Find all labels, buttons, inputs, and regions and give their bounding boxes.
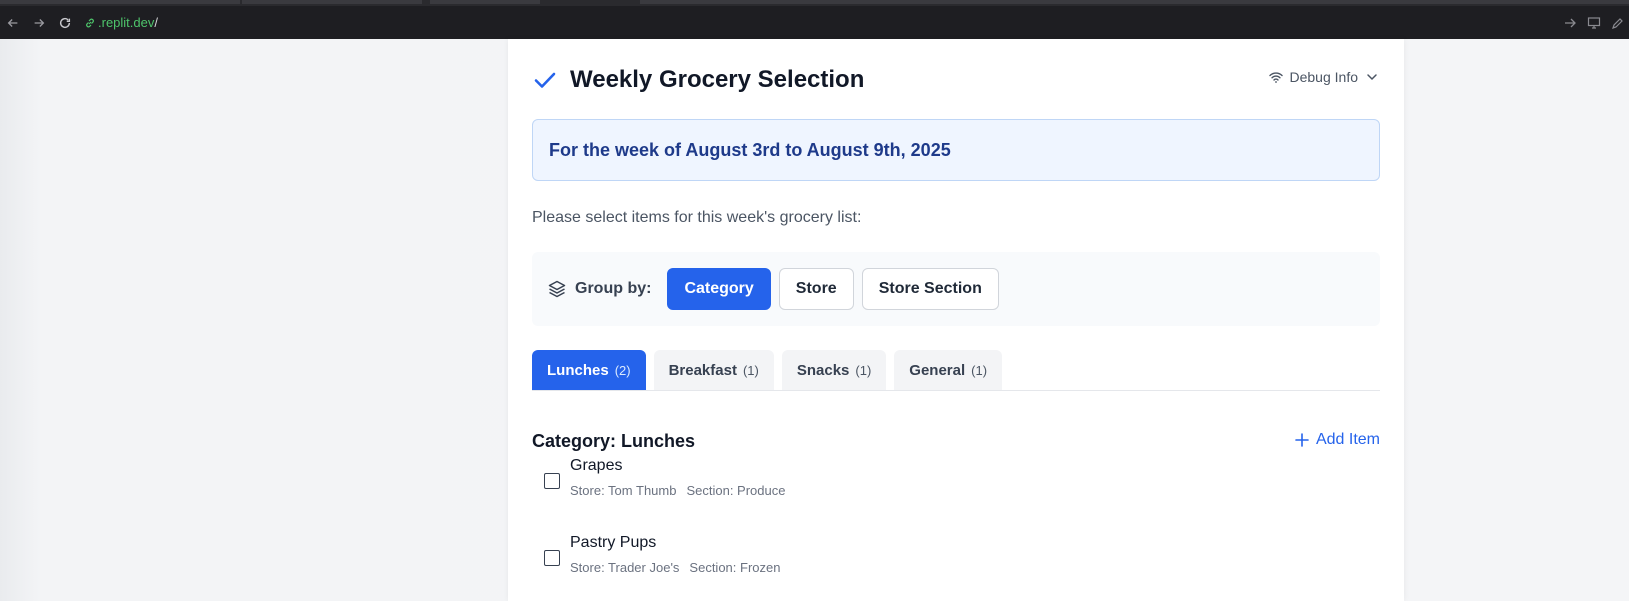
layers-icon [547,279,567,299]
group-by-bar: Group by: Category Store Store Section [532,252,1380,326]
tab-count: (1) [855,362,872,378]
item-section: Section: Produce [686,483,786,498]
browser-tab[interactable] [0,0,240,4]
go-icon[interactable] [1563,16,1577,30]
tab-lunches[interactable]: Lunches (2) [532,350,646,390]
tab-label: Snacks [796,361,850,379]
instructions-text: Please select items for this week's groc… [532,209,862,226]
debug-info-label: Debug Info [1289,69,1359,85]
item-section: Section: Frozen [689,560,781,575]
chevron-down-icon [1364,69,1380,85]
group-by-label: Group by: [575,280,652,297]
category-tabs: Lunches (2) Breakfast (1) Snacks (1) Genera… [532,350,1380,391]
group-by-category-button[interactable]: Category [667,268,771,310]
tab-general[interactable]: General (1) [894,350,1003,390]
link-icon [84,17,96,29]
group-by-store-button[interactable]: Store [778,268,854,310]
week-banner: For the week of August 3rd to August 9th… [532,119,1380,181]
wifi-icon [1268,69,1284,85]
add-item-label: Add Item [1315,431,1380,448]
tab-label: Breakfast [668,361,737,379]
item-store: Store: Trader Joe's [570,560,680,575]
item-name: Grapes [570,457,623,474]
tab-count: (1) [742,362,759,378]
back-icon[interactable] [0,10,26,36]
edit-icon[interactable] [1611,16,1625,30]
item-name: Pastry Pups [570,534,657,551]
item-store: Store: Tom Thumb [570,483,677,498]
check-icon [532,67,558,93]
card-header: Weekly Grocery Selection Debug Info [532,65,1380,95]
address-bar: .replit.dev / [0,6,1629,39]
item-checkbox[interactable] [544,473,560,489]
tab-label: Lunches [547,361,609,379]
tab-label: General [909,361,966,379]
url-host: .replit.dev [98,15,155,30]
add-item-button[interactable]: Add Item [1294,431,1380,449]
url-path: / [154,15,158,30]
list-item: Pastry Pups Store: Trader Joe's Section:… [544,534,780,575]
list-item: Grapes Store: Tom Thumb Section: Produce [544,457,785,498]
tab-count: (1) [971,362,988,378]
grocery-card: Weekly Grocery Selection Debug Info For … [508,39,1404,601]
tab-breakfast[interactable]: Breakfast (1) [653,350,774,390]
tab-count: (2) [614,362,631,378]
page-title: Weekly Grocery Selection [570,66,865,93]
forward-icon[interactable] [26,10,52,36]
plus-icon [1294,432,1310,448]
debug-info-toggle[interactable]: Debug Info [1268,69,1381,85]
group-by-store-section-button[interactable]: Store Section [861,268,999,310]
browser-tab[interactable] [430,0,540,4]
url-field[interactable]: .replit.dev / [84,15,158,30]
screen-icon[interactable] [1587,16,1601,30]
tab-snacks[interactable]: Snacks (1) [781,350,887,390]
item-checkbox[interactable] [544,550,560,566]
browser-actions [1563,6,1629,39]
category-title: Category: Lunches [532,431,696,451]
browser-tab[interactable] [640,0,1629,4]
reload-icon[interactable] [52,10,78,36]
browser-tab[interactable] [242,0,422,4]
